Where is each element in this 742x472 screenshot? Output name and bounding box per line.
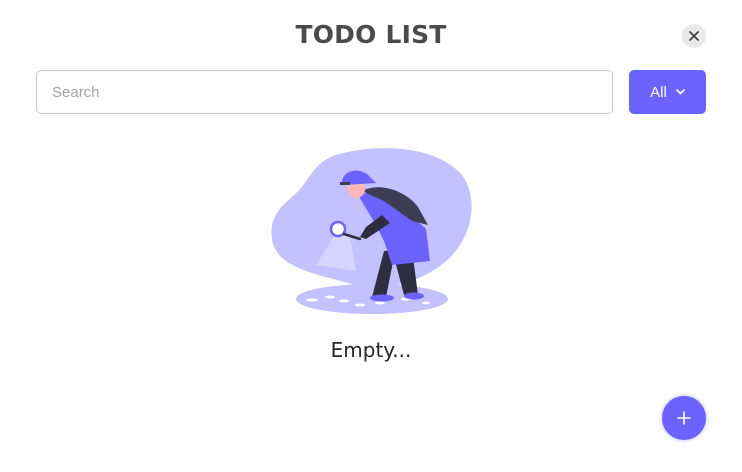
- filter-selected-label: All: [650, 83, 667, 101]
- close-button[interactable]: [682, 24, 706, 48]
- filter-dropdown[interactable]: All: [629, 70, 706, 114]
- add-todo-button[interactable]: [662, 396, 706, 440]
- chevron-down-icon: [676, 89, 685, 95]
- plus-icon: [677, 411, 691, 425]
- page-title: TODO LIST: [295, 20, 447, 49]
- detective-illustration: [271, 148, 472, 314]
- search-input[interactable]: [36, 70, 613, 114]
- illustration-blob: [271, 148, 472, 288]
- empty-state-text: Empty...: [330, 338, 412, 362]
- close-icon: [689, 31, 699, 41]
- todo-app: TODO LIST All: [0, 0, 742, 472]
